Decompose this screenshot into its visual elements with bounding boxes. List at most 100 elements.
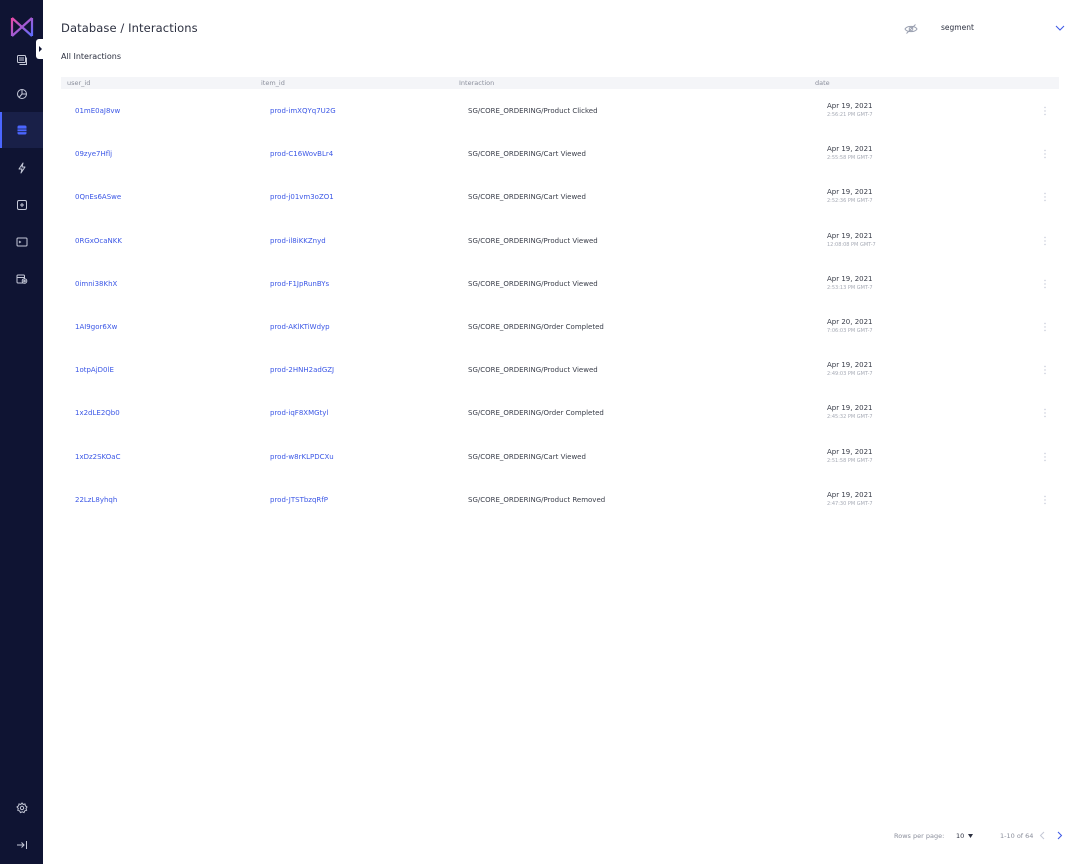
interaction-time: 2:56:21 PM GMT-7 (827, 112, 873, 118)
interaction-type: SG/CORE_ORDERING/Product Viewed (468, 366, 598, 375)
kebab-icon[interactable] (1043, 452, 1047, 462)
gear-icon (15, 802, 28, 814)
sidebar-item-interactions[interactable] (0, 112, 43, 148)
kebab-icon[interactable] (1043, 279, 1047, 289)
table-row[interactable]: 0imni38KhX prod-F1JpRunBYs SG/CORE_ORDERIN… (61, 263, 1059, 306)
sidebar-item-events[interactable] (0, 150, 43, 186)
rows-per-page-select[interactable]: 10 (956, 832, 964, 840)
item-id-link[interactable]: prod-iqF8XMGtyl (270, 409, 328, 417)
sidebar-item-analytics[interactable] (0, 76, 43, 112)
item-id-link[interactable]: prod-AKlKTiWdyp (270, 323, 330, 331)
item-id-link[interactable]: prod-C16WovBLr4 (270, 150, 333, 158)
interaction-time: 2:47:30 PM GMT-7 (827, 500, 873, 507)
table-row[interactable]: 1otpAjD0lE prod-2HNH2adGZJ SG/CORE_ORDERIN… (61, 349, 1059, 392)
caret-down-icon[interactable] (968, 834, 973, 838)
interaction-date: Apr 19, 2021 (827, 145, 873, 154)
interaction-time: 2:51:58 PM GMT-7 (827, 457, 873, 464)
terminal-icon (16, 237, 27, 247)
table-row[interactable]: 1x2dLE2Qb0 prod-iqF8XMGtyl SG/CORE_ORDERIN… (61, 392, 1059, 435)
interaction-time: 2:49:03 PM GMT-7 (827, 371, 873, 378)
user-id-link[interactable]: 0imni38KhX (75, 280, 117, 288)
interaction-date: Apr 19, 2021 (827, 102, 873, 110)
user-id-link[interactable]: 0QnEs6ASwe (75, 193, 121, 201)
interaction-type: SG/CORE_ORDERING/Product Viewed (468, 236, 598, 245)
dataset-select[interactable]: segment (941, 23, 974, 32)
table-header: user_id item_id Interaction date (61, 77, 1059, 89)
user-id-link[interactable]: 01mE0aJ8vw (75, 107, 120, 115)
logout-icon (16, 841, 27, 849)
kebab-icon[interactable] (1043, 365, 1047, 375)
user-id-link[interactable]: 09zye7Hflj (75, 150, 112, 158)
interaction-time: 2:45:32 PM GMT-7 (827, 414, 873, 421)
sidebar-item-database[interactable] (0, 42, 43, 78)
interaction-time: 2:53:13 PM GMT-7 (827, 284, 873, 291)
sidebar-item-logout[interactable] (0, 827, 43, 863)
table-row[interactable]: 09zye7Hflj prod-C16WovBLr4 SG/CORE_ORDERIN… (61, 133, 1059, 176)
plus-square-icon (16, 200, 27, 210)
interaction-type: SG/CORE_ORDERING/Cart Viewed (468, 452, 586, 461)
table-row[interactable]: 0QnEs6ASwe prod-j01vm3oZO1 SG/CORE_ORDERIN… (61, 176, 1059, 219)
item-id-link[interactable]: prod-2HNH2adGZJ (270, 366, 334, 374)
user-id-link[interactable]: 0RGxOcaNKK (75, 237, 122, 245)
column-header-interaction[interactable]: Interaction (459, 79, 494, 87)
kebab-icon[interactable] (1043, 322, 1047, 332)
sidebar-item-settings[interactable] (0, 790, 43, 826)
kebab-icon[interactable] (1043, 192, 1047, 202)
eye-icon[interactable] (904, 23, 918, 35)
interaction-type: SG/CORE_ORDERING/Order Completed (468, 409, 604, 418)
interaction-date: Apr 19, 2021 (827, 188, 873, 197)
user-id-link[interactable]: 22LzL8yhqh (75, 496, 117, 504)
pagination-range: 1-10 of 64 (1000, 832, 1034, 840)
previous-page-icon[interactable] (1039, 831, 1045, 840)
table-row[interactable]: 1AI9gor6Xw prod-AKlKTiWdyp SG/CORE_ORDERIN… (61, 306, 1059, 349)
app-logo-icon[interactable] (10, 16, 34, 38)
user-id-link[interactable]: 1x2dLE2Qb0 (75, 409, 120, 417)
calendar-settings-icon (16, 274, 27, 284)
table-row[interactable]: 01mE0aJ8vw prod-imXQYq7U2G SG/CORE_ORDERIN… (61, 90, 1059, 133)
table-icon (17, 125, 26, 135)
table-row[interactable]: 1xDz2SKOaC prod-w8rKLPDCXu SG/CORE_ORDERIN… (61, 436, 1059, 479)
item-id-link[interactable]: prod-imXQYq7U2G (270, 107, 336, 115)
interaction-type: SG/CORE_ORDERING/Product Clicked (468, 107, 598, 115)
kebab-icon[interactable] (1043, 236, 1047, 246)
user-id-link[interactable]: 1xDz2SKOaC (75, 453, 120, 461)
bolt-icon (18, 162, 25, 174)
section-title: All Interactions (61, 52, 122, 61)
interaction-date: Apr 19, 2021 (827, 447, 873, 456)
interaction-type: SG/CORE_ORDERING/Cart Viewed (468, 193, 586, 202)
interaction-type: SG/CORE_ORDERING/Product Viewed (468, 279, 598, 288)
kebab-icon[interactable] (1043, 408, 1047, 418)
sidebar (0, 0, 44, 864)
page-title: Database / Interactions (61, 21, 198, 35)
kebab-icon[interactable] (1043, 149, 1047, 159)
column-header-user-id[interactable]: user_id (67, 79, 90, 87)
interaction-type: SG/CORE_ORDERING/Product Removed (468, 495, 606, 504)
interaction-date: Apr 19, 2021 (827, 361, 873, 370)
sidebar-item-import[interactable] (0, 187, 43, 223)
user-id-link[interactable]: 1otpAjD0lE (75, 366, 114, 374)
interaction-date: Apr 19, 2021 (827, 404, 873, 413)
chevron-down-icon[interactable] (1055, 24, 1065, 32)
item-id-link[interactable]: prod-w8rKLPDCXu (270, 453, 334, 461)
interaction-time: 7:06:03 PM GMT-7 (827, 328, 873, 334)
user-id-link[interactable]: 1AI9gor6Xw (75, 323, 117, 331)
item-id-link[interactable]: prod-j01vm3oZO1 (270, 193, 334, 201)
column-header-date[interactable]: date (815, 79, 830, 87)
item-id-link[interactable]: prod-il8iKKZnyd (270, 237, 326, 245)
interaction-date: Apr 19, 2021 (827, 274, 873, 283)
table-row[interactable]: 0RGxOcaNKK prod-il8iKKZnyd SG/CORE_ORDERIN… (61, 220, 1059, 263)
sidebar-item-schedule[interactable] (0, 261, 43, 297)
item-id-link[interactable]: prod-JTSTbzqRfP (270, 496, 328, 504)
column-header-item-id[interactable]: item_id (261, 79, 285, 87)
kebab-icon[interactable] (1043, 495, 1047, 505)
item-id-link[interactable]: prod-F1JpRunBYs (270, 280, 329, 288)
interaction-time: 2:55:58 PM GMT-7 (827, 155, 873, 162)
interaction-type: SG/CORE_ORDERING/Order Completed (468, 323, 604, 331)
table-row[interactable]: 22LzL8yhqh prod-JTSTbzqRfP SG/CORE_ORDERIN… (61, 479, 1059, 522)
next-page-icon[interactable] (1057, 831, 1063, 840)
rows-per-page-label: Rows per page: (894, 832, 945, 840)
kebab-icon[interactable] (1043, 106, 1047, 116)
interaction-date: Apr 19, 2021 (827, 231, 873, 240)
interaction-time: 2:52:36 PM GMT-7 (827, 198, 873, 205)
sidebar-item-console[interactable] (0, 224, 43, 260)
